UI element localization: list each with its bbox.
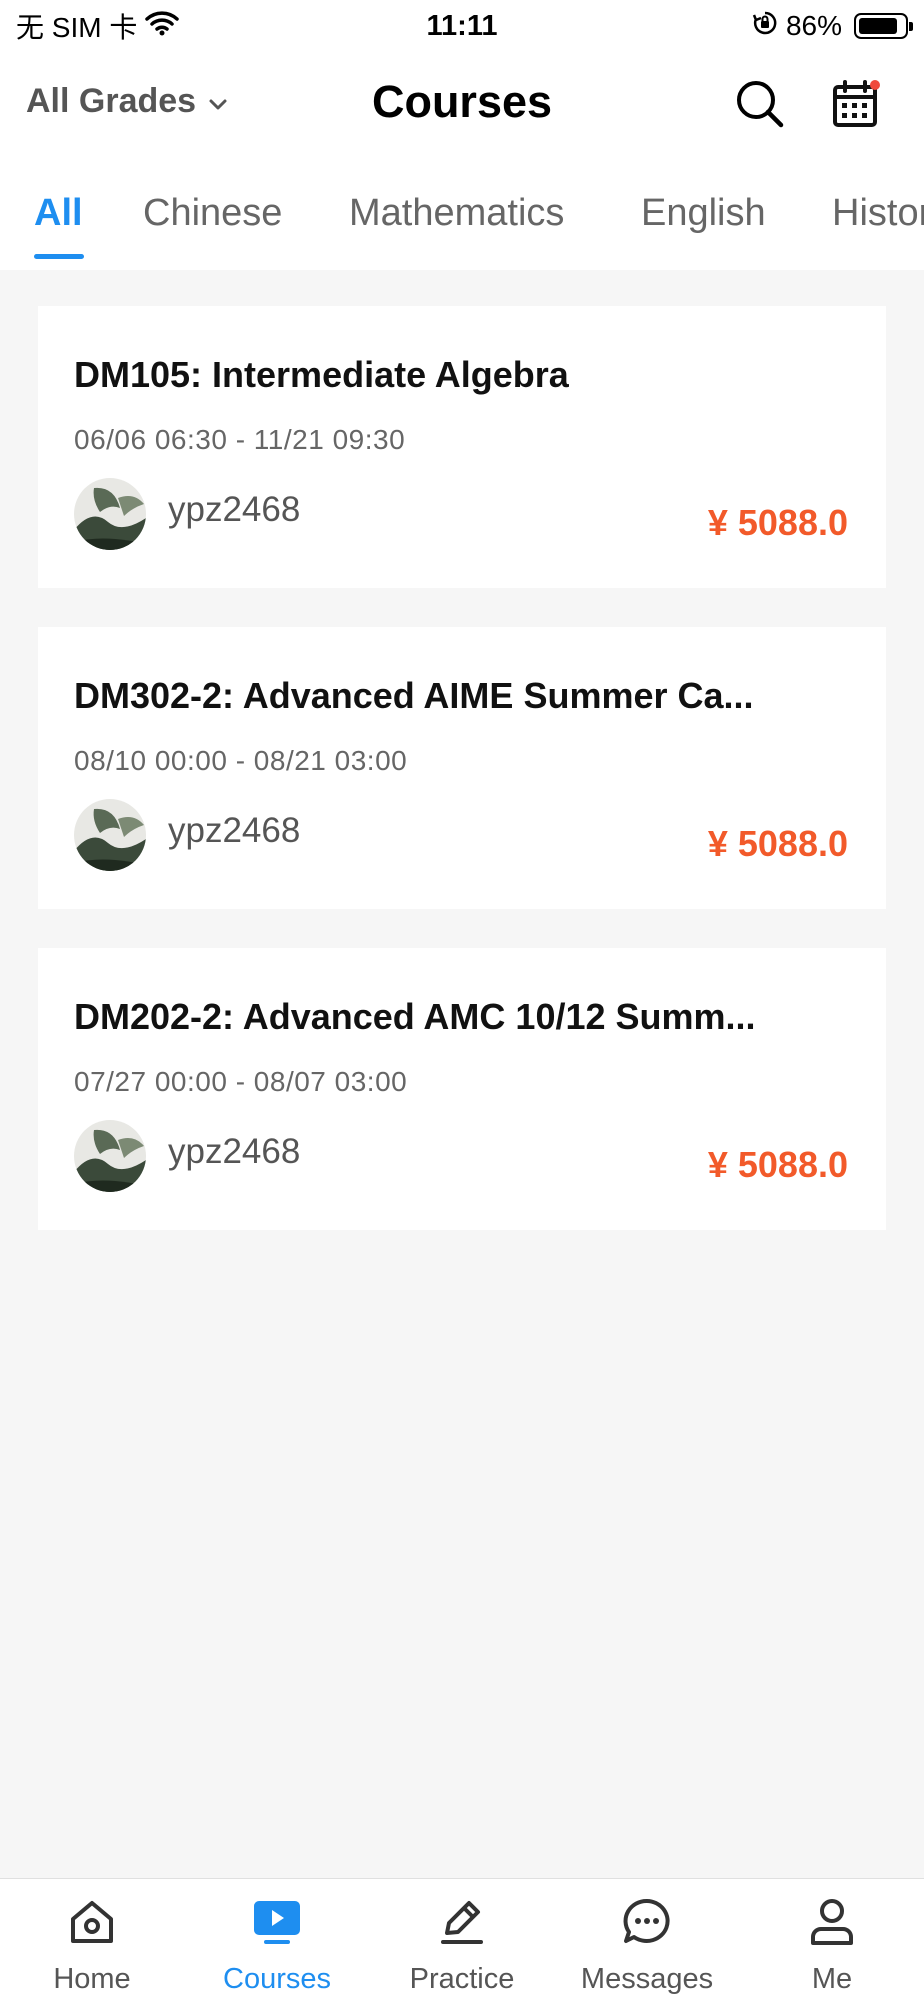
active-tab-indicator xyxy=(34,254,84,259)
teacher-avatar xyxy=(74,799,146,871)
tabbar-courses[interactable]: Courses xyxy=(185,1879,369,2000)
tabbar-label: Messages xyxy=(580,1963,714,1995)
battery-level xyxy=(859,18,897,34)
calendar-icon xyxy=(830,80,882,134)
page-title: Courses xyxy=(371,76,553,127)
courses-screen: 无 SIM 卡 11:11 86% All Grades Courses All… xyxy=(0,0,924,2000)
teacher-avatar xyxy=(74,1120,146,1192)
wifi-icon xyxy=(145,10,180,43)
category-tabs: All Chinese Mathematics English History xyxy=(0,158,924,270)
home-icon xyxy=(65,1895,119,1949)
play-video-icon xyxy=(250,1895,304,1949)
course-title: DM202-2: Advanced AMC 10/12 Summ... xyxy=(74,996,756,1037)
search-icon xyxy=(734,81,786,134)
bottom-tab-bar: Home Courses Practice Messages Me xyxy=(0,1878,924,2000)
search-button[interactable] xyxy=(734,78,786,130)
status-left: 无 SIM 卡 xyxy=(16,6,180,46)
carrier-label: 无 SIM 卡 xyxy=(16,12,138,43)
teacher-avatar xyxy=(74,478,146,550)
teacher-name: ypz2468 xyxy=(168,811,301,850)
course-card[interactable]: DM302-2: Advanced AIME Summer Ca... 08/1… xyxy=(38,627,886,909)
course-price: ¥ 5088.0 xyxy=(707,1144,848,1185)
tabbar-practice[interactable]: Practice xyxy=(370,1879,554,2000)
course-dates: 07/27 00:00 - 08/07 03:00 xyxy=(74,1066,408,1097)
course-title: DM302-2: Advanced AIME Summer Ca... xyxy=(74,675,754,716)
battery-icon xyxy=(854,13,913,39)
tab-history[interactable]: History xyxy=(832,192,924,235)
tab-all[interactable]: All xyxy=(34,192,83,235)
course-dates: 06/06 06:30 - 11/21 09:30 xyxy=(74,424,406,455)
grade-filter-dropdown[interactable]: All Grades xyxy=(26,82,228,121)
tabbar-label: Practice xyxy=(409,1963,515,1995)
pencil-icon xyxy=(435,1895,489,1949)
tab-english[interactable]: English xyxy=(641,192,766,235)
course-card[interactable]: DM202-2: Advanced AMC 10/12 Summ... 07/2… xyxy=(38,948,886,1230)
tab-chinese[interactable]: Chinese xyxy=(143,192,282,235)
tabbar-label: Me xyxy=(811,1963,853,1995)
course-card[interactable]: DM105: Intermediate Algebra 06/06 06:30 … xyxy=(38,306,886,588)
chevron-down-icon xyxy=(208,82,228,121)
grade-filter-label: All Grades xyxy=(26,82,197,120)
course-price: ¥ 5088.0 xyxy=(707,502,848,543)
tabbar-me[interactable]: Me xyxy=(740,1879,924,2000)
course-dates: 08/10 00:00 - 08/21 03:00 xyxy=(74,745,408,776)
orientation-lock-icon xyxy=(752,10,778,43)
tabbar-messages[interactable]: Messages xyxy=(555,1879,739,2000)
calendar-button[interactable] xyxy=(830,78,882,130)
user-icon xyxy=(805,1895,859,1949)
teacher-name: ypz2468 xyxy=(168,1132,301,1171)
course-price: ¥ 5088.0 xyxy=(707,823,848,864)
course-title: DM105: Intermediate Algebra xyxy=(74,354,569,395)
battery-percent: 86% xyxy=(785,10,842,41)
tabbar-label: Courses xyxy=(223,1963,331,1995)
header: All Grades Courses xyxy=(0,52,924,158)
status-right: 86% xyxy=(752,10,913,43)
tab-mathematics[interactable]: Mathematics xyxy=(349,192,564,235)
tabbar-label: Home xyxy=(53,1963,131,1995)
teacher-name: ypz2468 xyxy=(168,490,301,529)
status-time: 11:11 xyxy=(426,9,498,42)
tabbar-home[interactable]: Home xyxy=(0,1879,184,2000)
chat-bubble-icon xyxy=(620,1895,674,1949)
status-bar: 无 SIM 卡 11:11 86% xyxy=(0,0,924,52)
